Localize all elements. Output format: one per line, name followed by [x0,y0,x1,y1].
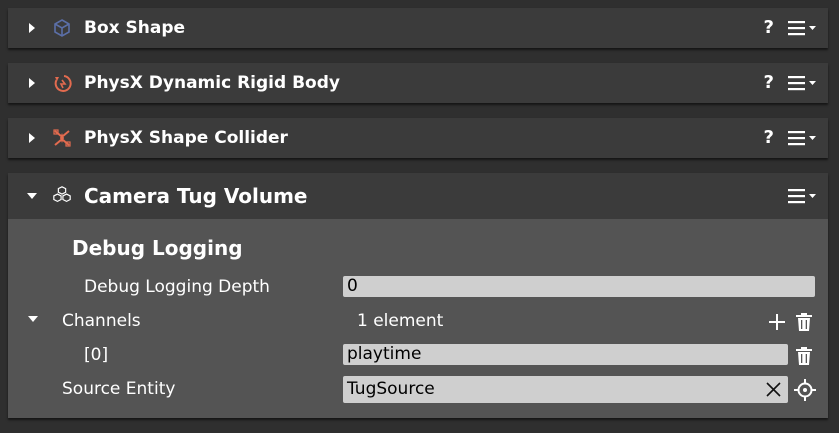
help-button[interactable]: ? [764,63,774,103]
component-physx-shape-collider: PhysX Shape Collider ? [8,118,828,158]
expand-arrow-icon[interactable] [29,23,35,33]
cubes-icon [53,186,71,203]
component-box-shape: Box Shape ? [8,8,828,48]
component-header[interactable]: Camera Tug Volume [8,173,828,219]
menu-icon[interactable] [788,75,818,91]
component-title: PhysX Shape Collider [84,128,288,148]
expand-arrow-icon[interactable] [29,78,35,88]
component-title: Camera Tug Volume [84,184,308,208]
source-entity-input[interactable]: TugSource [343,376,788,403]
trash-icon[interactable] [795,346,813,366]
debug-logging-depth-label: Debug Logging Depth [84,277,270,297]
component-header[interactable]: PhysX Dynamic Rigid Body ? [8,63,828,103]
add-icon[interactable] [767,312,787,332]
target-picker-icon[interactable] [794,379,816,401]
channels-collapse-arrow-icon[interactable] [28,316,38,322]
cube-icon [54,19,70,37]
component-header[interactable]: Box Shape ? [8,8,828,48]
section-title: Debug Logging [72,236,243,260]
help-button[interactable]: ? [764,118,774,158]
trash-icon[interactable] [795,312,813,332]
source-entity-value: TugSource [347,379,435,399]
debug-logging-depth-input[interactable]: 0 [343,276,815,297]
component-physx-dynamic-rigid-body: PhysX Dynamic Rigid Body ? [8,63,828,103]
channels-label: Channels [62,311,141,331]
component-title: Box Shape [84,18,186,38]
rigid-body-icon [54,75,72,92]
channel-value-input[interactable]: playtime [343,344,788,365]
menu-icon[interactable] [788,20,818,36]
clear-icon[interactable] [765,381,782,398]
menu-icon[interactable] [788,130,818,146]
expand-arrow-icon[interactable] [29,133,35,143]
menu-icon[interactable] [788,188,818,204]
component-properties: Debug Logging Debug Logging Depth 0 Chan… [8,219,828,418]
collapse-arrow-icon[interactable] [27,193,37,199]
channel-index-label: [0] [84,345,109,365]
source-entity-label: Source Entity [62,379,176,399]
help-button[interactable]: ? [764,8,774,48]
channels-count: 1 element [357,311,444,331]
component-camera-tug-volume: Camera Tug Volume Debug Logging Debug Lo… [8,173,828,418]
collider-icon [53,129,71,147]
component-header[interactable]: PhysX Shape Collider ? [8,118,828,158]
component-title: PhysX Dynamic Rigid Body [84,73,340,93]
